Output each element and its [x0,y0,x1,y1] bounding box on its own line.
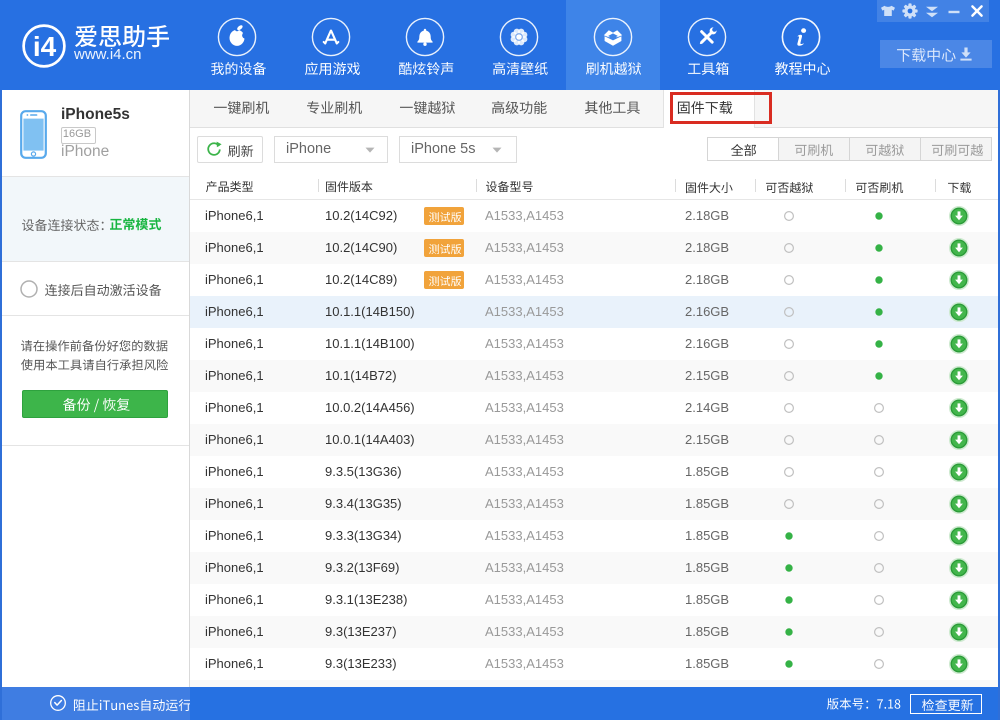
svg-text:i4: i4 [32,31,56,62]
